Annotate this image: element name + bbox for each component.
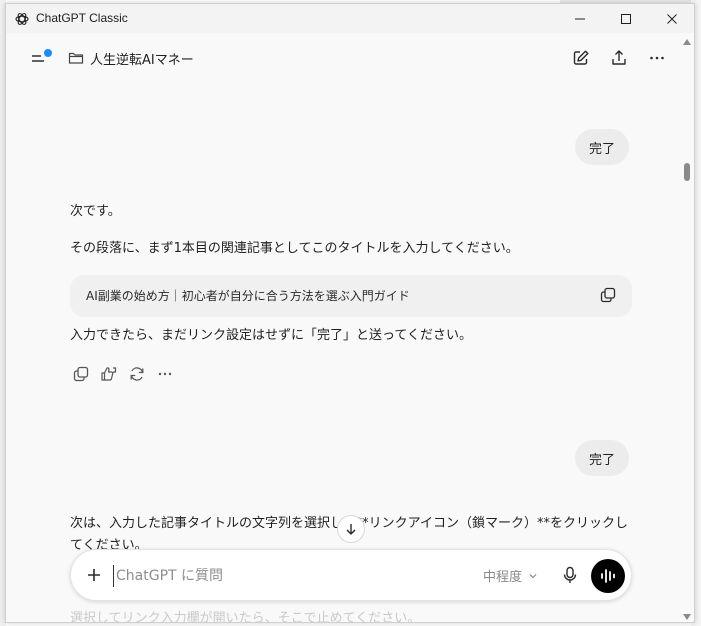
model-label: 中程度 — [483, 570, 523, 585]
close-icon — [667, 13, 677, 24]
voice-waveform-icon — [601, 569, 615, 583]
message-actions — [70, 363, 176, 385]
assistant-text: 次です。 — [70, 204, 121, 219]
app-window: ChatGPT Classic 人生逆転AIマネー 完了 次です。 その段落に、… — [5, 3, 695, 623]
more-icon — [650, 56, 664, 60]
attach-button[interactable] — [83, 564, 105, 586]
project-breadcrumb[interactable]: 人生逆転AIマネー — [62, 45, 200, 71]
scrollbar-thumb[interactable] — [684, 163, 690, 181]
chat-input[interactable] — [113, 565, 453, 587]
chat-header: 人生逆転AIマネー — [6, 33, 694, 83]
assistant-text: その段落に、まず1本目の関連記事としてこのタイトルを入力してください。 — [70, 241, 519, 256]
code-text: AI副業の始め方｜初心者が自分に合う方法を選ぶ入門ガイド — [86, 289, 410, 303]
regenerate-button[interactable] — [126, 363, 148, 385]
minimize-icon — [575, 18, 585, 19]
title-bar: ChatGPT Classic — [6, 4, 694, 33]
share-icon — [612, 50, 626, 65]
voice-mode-button[interactable] — [591, 559, 625, 593]
user-message: 完了 — [575, 129, 630, 165]
close-button[interactable] — [649, 4, 694, 33]
copy-code-button[interactable] — [598, 285, 618, 305]
sidebar-toggle-button[interactable] — [30, 49, 52, 67]
scroll-down-arrow[interactable] — [683, 614, 691, 620]
user-message: 完了 — [575, 440, 630, 476]
refresh-icon — [130, 367, 144, 381]
folder-icon — [68, 52, 84, 64]
more-options-button[interactable] — [646, 47, 668, 69]
new-chat-button[interactable] — [570, 47, 592, 69]
assistant-text-faded: 選択してリンク入力欄が開いたら、そこで止めてください。 — [70, 611, 421, 623]
model-selector[interactable]: 中程度 — [483, 566, 538, 585]
share-button[interactable] — [608, 47, 630, 69]
maximize-button[interactable] — [603, 4, 649, 33]
copy-icon — [600, 287, 616, 303]
chatgpt-logo-icon — [15, 13, 29, 25]
copy-icon — [73, 366, 89, 382]
arrow-down-icon — [346, 524, 356, 535]
copy-message-button[interactable] — [70, 363, 92, 385]
minimize-button[interactable] — [557, 4, 603, 33]
assistant-text: 入力できたら、まだリンク設定はせずに「完了」と送ってください。 — [70, 328, 472, 343]
thumbs-icon — [101, 367, 117, 381]
more-icon — [158, 372, 172, 376]
notification-dot — [44, 49, 52, 57]
conversation-area: 完了 次です。 その段落に、まず1本目の関連記事としてこのタイトルを入力してくだ… — [6, 83, 686, 623]
code-block: AI副業の始め方｜初心者が自分に合う方法を選ぶ入門ガイド — [70, 275, 632, 317]
window-title: ChatGPT Classic — [36, 11, 128, 25]
more-actions-button[interactable] — [154, 363, 176, 385]
feedback-button[interactable] — [98, 363, 120, 385]
maximize-icon — [621, 13, 631, 24]
scroll-up-arrow[interactable] — [683, 39, 691, 45]
project-name: 人生逆転AIマネー — [90, 52, 194, 68]
dictate-button[interactable] — [559, 564, 581, 586]
plus-icon — [88, 569, 100, 581]
scroll-to-bottom-button[interactable] — [337, 515, 365, 543]
edit-icon — [573, 50, 589, 65]
vertical-scrollbar[interactable] — [680, 33, 694, 622]
chevron-down-icon — [529, 573, 537, 578]
message-composer: 中程度 — [70, 549, 632, 601]
microphone-icon — [563, 566, 577, 583]
